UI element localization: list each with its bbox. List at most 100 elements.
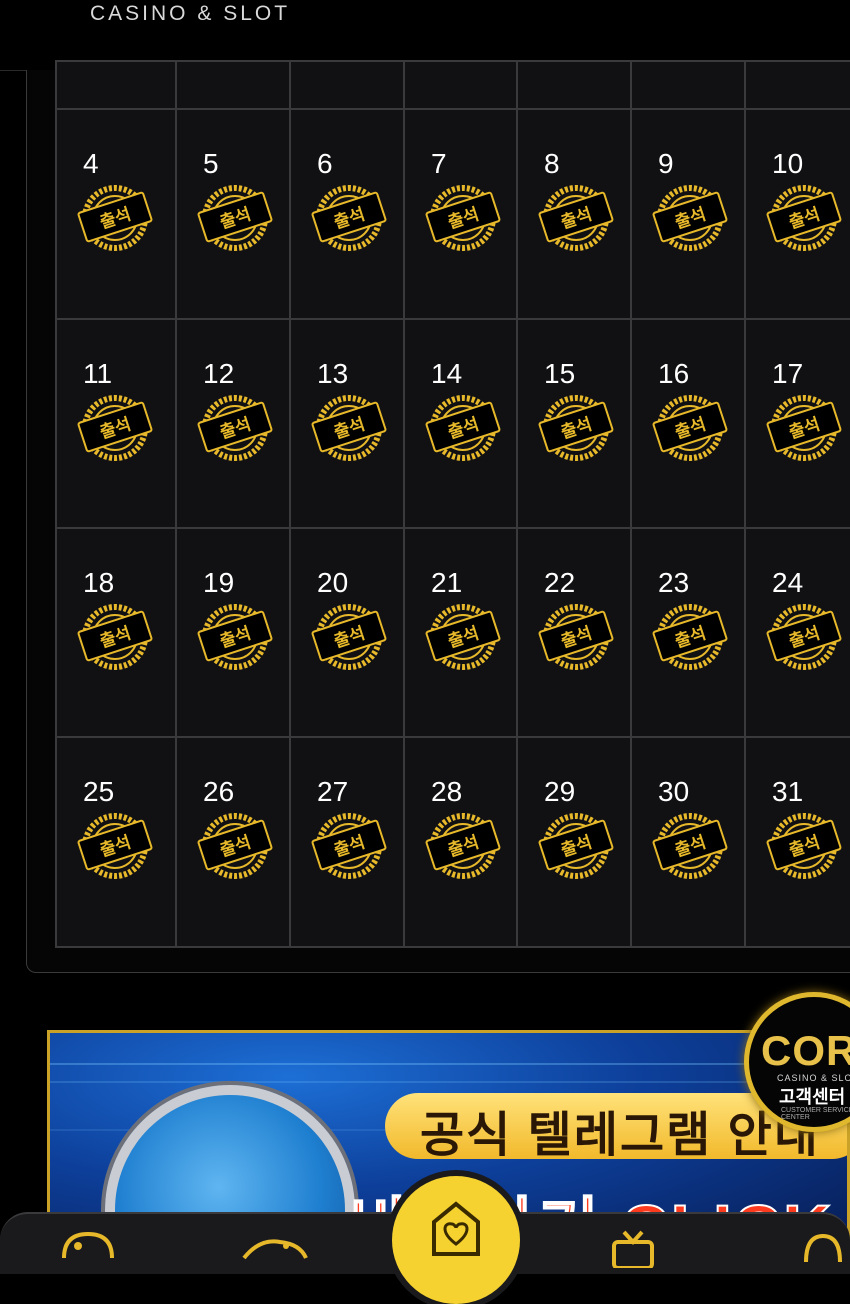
calendar-day-cell: 19 출석 <box>175 527 291 739</box>
day-number: 10 <box>772 148 804 179</box>
day-number: 7 <box>431 148 447 179</box>
support-icon[interactable] <box>798 1228 848 1268</box>
calendar-day-cell: 24 출석 <box>744 527 850 739</box>
day-number: 30 <box>658 776 690 807</box>
calendar-day-cell-partial <box>403 60 518 110</box>
day-number: 13 <box>317 358 349 389</box>
attendance-stamp-icon: 출석 <box>652 604 728 670</box>
day-number: 18 <box>83 567 115 598</box>
calendar-day-cell: 20 출석 <box>289 527 405 739</box>
day-number: 28 <box>431 776 463 807</box>
calendar-day-cell: 15 출석 <box>516 318 632 530</box>
day-number: 11 <box>83 358 113 389</box>
attendance-stamp-icon: 출석 <box>766 604 842 670</box>
attendance-stamp-icon: 출석 <box>197 604 273 670</box>
calendar-day-cell: 31 출석 <box>744 736 850 948</box>
attendance-stamp-icon: 출석 <box>311 604 387 670</box>
day-number: 20 <box>317 567 349 598</box>
calendar-day-cell: 30 출석 <box>630 736 746 948</box>
day-number: 25 <box>83 776 115 807</box>
attendance-stamp-icon: 출석 <box>77 395 153 461</box>
cs-logo: COR <box>761 1027 850 1074</box>
day-number: 23 <box>658 567 690 598</box>
calendar-day-cell: 23 출석 <box>630 527 746 739</box>
day-number: 31 <box>772 776 804 807</box>
calendar-day-cell: 25 출석 <box>55 736 177 948</box>
day-number: 16 <box>658 358 690 389</box>
calendar-day-cell-partial <box>289 60 405 110</box>
calendar-day-cell: 28 출석 <box>403 736 518 948</box>
calendar-day-cell-partial <box>516 60 632 110</box>
calendar-day-cell: 5 출석 <box>175 108 291 320</box>
event-icon[interactable] <box>608 1228 658 1268</box>
day-number: 27 <box>317 776 349 807</box>
calendar-day-cell: 18 출석 <box>55 527 177 739</box>
calendar-day-cell-partial <box>55 60 177 110</box>
day-number: 17 <box>772 358 804 389</box>
attendance-stamp-icon: 출석 <box>197 813 273 879</box>
attendance-stamp-icon: 출석 <box>311 813 387 879</box>
attendance-stamp-icon: 출석 <box>538 813 614 879</box>
attendance-stamp-icon: 출석 <box>425 604 501 670</box>
brand-text: CASINO & SLOT <box>90 2 291 25</box>
calendar-day-cell: 21 출석 <box>403 527 518 739</box>
day-number: 21 <box>431 567 463 598</box>
attendance-stamp-icon: 출석 <box>538 395 614 461</box>
calendar-day-cell: 12 출석 <box>175 318 291 530</box>
attendance-stamp-icon: 출석 <box>538 604 614 670</box>
attendance-stamp-icon: 출석 <box>77 185 153 251</box>
calendar-day-cell: 14 출석 <box>403 318 518 530</box>
home-button[interactable] <box>392 1176 520 1304</box>
calendar-day-cell-partial <box>744 60 850 110</box>
attendance-stamp-icon: 출석 <box>311 185 387 251</box>
day-number: 24 <box>772 567 804 598</box>
day-number: 12 <box>203 358 235 389</box>
day-number: 19 <box>203 567 235 598</box>
calendar-day-cell: 27 출석 <box>289 736 405 948</box>
calendar-day-cell: 13 출석 <box>289 318 405 530</box>
attendance-stamp-icon: 출석 <box>311 395 387 461</box>
day-number: 8 <box>544 148 560 179</box>
calendar-day-cell: 29 출석 <box>516 736 632 948</box>
calendar-day-cell: 4 출석 <box>55 108 177 320</box>
day-number: 5 <box>203 148 219 179</box>
calendar-day-cell: 6 출석 <box>289 108 405 320</box>
day-number: 22 <box>544 567 576 598</box>
attendance-stamp-icon: 출석 <box>766 185 842 251</box>
attendance-stamp-icon: 출석 <box>652 185 728 251</box>
attendance-stamp-icon: 출석 <box>652 813 728 879</box>
day-number: 15 <box>544 358 576 389</box>
day-number: 26 <box>203 776 235 807</box>
calendar-day-cell: 8 출석 <box>516 108 632 320</box>
slot-icon[interactable] <box>240 1228 310 1268</box>
calendar-day-cell: 9 출석 <box>630 108 746 320</box>
calendar-day-cell: 11 출석 <box>55 318 177 530</box>
attendance-stamp-icon: 출석 <box>425 813 501 879</box>
calendar-day-cell: 7 출석 <box>403 108 518 320</box>
attendance-stamp-icon: 출석 <box>425 395 501 461</box>
calendar-day-cell-partial <box>175 60 291 110</box>
calendar-day-cell: 10 출석 <box>744 108 850 320</box>
attendance-stamp-icon: 출석 <box>538 185 614 251</box>
attendance-stamp-icon: 출석 <box>652 395 728 461</box>
calendar-day-cell: 16 출석 <box>630 318 746 530</box>
cs-subtitle: CASINO & SLOT <box>777 1073 850 1083</box>
attendance-stamp-icon: 출석 <box>77 813 153 879</box>
attendance-stamp-icon: 출석 <box>766 813 842 879</box>
attendance-stamp-icon: 출석 <box>197 185 273 251</box>
calendar-day-cell: 22 출석 <box>516 527 632 739</box>
day-number: 9 <box>658 148 674 179</box>
calendar-day-cell: 26 출석 <box>175 736 291 948</box>
home-heart-icon <box>432 1201 480 1256</box>
attendance-stamp-icon: 출석 <box>766 395 842 461</box>
calendar-day-cell: 17 출석 <box>744 318 850 530</box>
day-number: 4 <box>83 148 99 179</box>
casino-icon[interactable] <box>58 1228 118 1268</box>
day-number: 14 <box>431 358 463 389</box>
attendance-stamp-icon: 출석 <box>425 185 501 251</box>
attendance-stamp-icon: 출석 <box>197 395 273 461</box>
day-number: 29 <box>544 776 576 807</box>
attendance-stamp-icon: 출석 <box>77 604 153 670</box>
calendar-day-cell-partial <box>630 60 746 110</box>
cs-title: 고객센터 <box>779 1087 846 1107</box>
